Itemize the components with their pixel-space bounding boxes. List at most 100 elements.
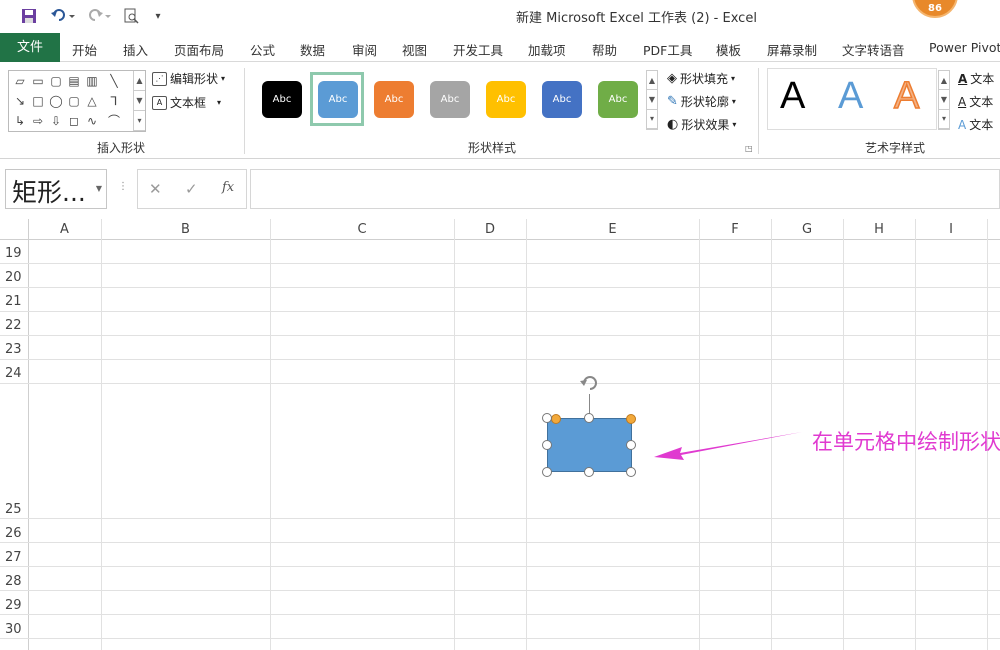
tab-data[interactable]: 数据 (300, 40, 325, 59)
resize-handle-bottom-right[interactable] (626, 467, 636, 477)
wordart-sample-blue[interactable]: A (838, 75, 863, 118)
scroll-down-icon[interactable]: ▼ (939, 90, 949, 110)
elbow-connector-shape-icon[interactable]: ⅂ (107, 95, 121, 107)
wordart-sample-black[interactable]: A (780, 75, 805, 118)
text-box-button[interactable]: A 文本框 ▾ (152, 94, 221, 111)
row-header-29[interactable]: 29 (0, 598, 28, 613)
resize-handle-top[interactable] (584, 413, 594, 423)
scroll-up-icon[interactable]: ▲ (647, 71, 657, 91)
column-header-b[interactable]: B (101, 219, 270, 239)
row-header-25[interactable]: 25 (0, 502, 28, 517)
down-arrow-shape-icon[interactable]: ⇩ (49, 115, 63, 127)
adjust-handle[interactable] (626, 414, 636, 424)
tab-view[interactable]: 视图 (402, 40, 427, 59)
right-arrow-shape-icon[interactable]: ⇨ (31, 115, 45, 127)
resize-handle-right[interactable] (626, 440, 636, 450)
worksheet-grid[interactable]: A B C D E F G H I 19 20 21 22 23 24 25 2… (0, 219, 1000, 650)
shapes-gallery[interactable]: ▱ ▭ ▢ ▤ ▥ ╲ ↘ □ ◯ ▢ △ ⅂ ↳ ⇨ ⇩ ◻ ∿ ⌒ ▲ ▼ … (8, 70, 146, 132)
callout-shape-icon[interactable]: ◻ (67, 115, 81, 127)
column-header-e[interactable]: E (526, 219, 699, 239)
bent-arrow-shape-icon[interactable]: ↳ (13, 115, 27, 127)
name-box[interactable]: 矩形... ▼ (5, 169, 107, 209)
tab-add-ins[interactable]: 加载项 (528, 40, 566, 59)
style-swatch-black[interactable]: Abc (262, 81, 302, 118)
shape-outline-button[interactable]: ✎ 形状轮廓 ▾ (667, 93, 736, 110)
text-effects-button[interactable]: A 文本 (958, 116, 993, 133)
column-header-i[interactable]: I (915, 219, 987, 239)
undo-icon[interactable] (50, 6, 76, 26)
resize-handle-top-left[interactable] (542, 413, 552, 423)
scroll-down-icon[interactable]: ▼ (647, 90, 657, 110)
cancel-icon[interactable]: ✕ (149, 180, 162, 198)
redo-icon[interactable] (86, 6, 112, 26)
tab-help[interactable]: 帮助 (592, 40, 617, 59)
oval-shape-icon[interactable]: ◯ (49, 95, 63, 107)
scroll-up-icon[interactable]: ▲ (134, 71, 145, 91)
style-swatch-dark-blue[interactable]: Abc (542, 81, 582, 118)
column-header-c[interactable]: C (270, 219, 454, 239)
column-header-h[interactable]: H (843, 219, 915, 239)
gallery-more-icon[interactable]: ▾ (939, 110, 949, 129)
vertical-textbox-shape-icon[interactable]: ▥ (85, 75, 99, 87)
style-swatch-orange[interactable]: Abc (374, 81, 414, 118)
column-header-g[interactable]: G (771, 219, 843, 239)
enter-icon[interactable]: ✓ (185, 180, 198, 198)
scroll-down-icon[interactable]: ▼ (134, 91, 145, 111)
tab-review[interactable]: 审阅 (352, 40, 377, 59)
tab-formulas[interactable]: 公式 (250, 40, 275, 59)
tab-file[interactable]: 文件 (0, 33, 60, 62)
shape-fill-button[interactable]: ◈ 形状填充 ▾ (667, 70, 735, 87)
textbox-shape-icon[interactable]: ▤ (67, 75, 81, 87)
resize-handle-bottom-left[interactable] (542, 467, 552, 477)
style-swatch-green[interactable]: Abc (598, 81, 638, 118)
arc-shape-icon[interactable]: ⌒ (107, 115, 121, 127)
wordart-sample-orange[interactable]: A (893, 74, 920, 118)
column-header-d[interactable]: D (454, 219, 526, 239)
square-shape-icon[interactable]: □ (31, 95, 45, 107)
formula-input[interactable] (250, 169, 1000, 209)
resize-handle-bottom[interactable] (584, 467, 594, 477)
freeform-shape-icon[interactable]: ∿ (85, 115, 99, 127)
text-outline-button[interactable]: A 文本 (958, 93, 993, 110)
resize-handle-left[interactable] (542, 440, 552, 450)
row-header-28[interactable]: 28 (0, 574, 28, 589)
text-fill-button[interactable]: A 文本 (958, 70, 994, 87)
arrow-line-shape-icon[interactable]: ↘ (13, 95, 27, 107)
tab-templates[interactable]: 模板 (716, 40, 741, 59)
tab-screen-record[interactable]: 屏幕录制 (767, 40, 817, 59)
row-header-22[interactable]: 22 (0, 318, 28, 333)
triangle-shape-icon[interactable]: △ (85, 95, 99, 107)
tab-home[interactable]: 开始 (72, 40, 97, 59)
parallelogram-shape-icon[interactable]: ▱ (13, 75, 27, 87)
gallery-more-icon[interactable]: ▾ (647, 110, 657, 129)
shape-effects-button[interactable]: ◐ 形状效果 ▾ (667, 116, 736, 133)
more-options-icon[interactable]: ⋮ (118, 181, 128, 192)
dialog-launcher-icon[interactable]: ◳ (745, 144, 753, 153)
tab-insert[interactable]: 插入 (123, 40, 148, 59)
row-header-26[interactable]: 26 (0, 526, 28, 541)
row-header-19[interactable]: 19 (0, 246, 28, 261)
row-header-24[interactable]: 24 (0, 366, 28, 381)
insert-function-icon[interactable]: fx (222, 180, 234, 195)
rectangle-shape[interactable] (547, 418, 632, 472)
wordart-gallery-scroll[interactable]: ▲ ▼ ▾ (938, 70, 950, 130)
rectangle-shape-icon[interactable]: ▭ (31, 75, 45, 87)
tab-page-layout[interactable]: 页面布局 (174, 40, 224, 59)
style-swatch-gold[interactable]: Abc (486, 81, 526, 118)
tab-power-pivot[interactable]: Power Pivot (929, 40, 1000, 55)
row-header-27[interactable]: 27 (0, 550, 28, 565)
rotation-handle-icon[interactable] (578, 371, 602, 395)
scroll-up-icon[interactable]: ▲ (939, 71, 949, 91)
style-swatch-blue[interactable]: Abc (318, 81, 358, 118)
wordart-gallery[interactable]: A A A (767, 68, 937, 130)
column-header-a[interactable]: A (28, 219, 101, 239)
column-header-f[interactable]: F (699, 219, 771, 239)
save-icon[interactable] (20, 6, 38, 26)
tab-developer[interactable]: 开发工具 (453, 40, 503, 59)
line-shape-icon[interactable]: ╲ (107, 75, 121, 87)
rounded-rectangle-shape-icon[interactable]: ▢ (49, 75, 63, 87)
row-header-30[interactable]: 30 (0, 622, 28, 637)
shapes-gallery-scroll[interactable]: ▲ ▼ ▾ (133, 71, 145, 131)
row-header-23[interactable]: 23 (0, 342, 28, 357)
row-header-21[interactable]: 21 (0, 294, 28, 309)
